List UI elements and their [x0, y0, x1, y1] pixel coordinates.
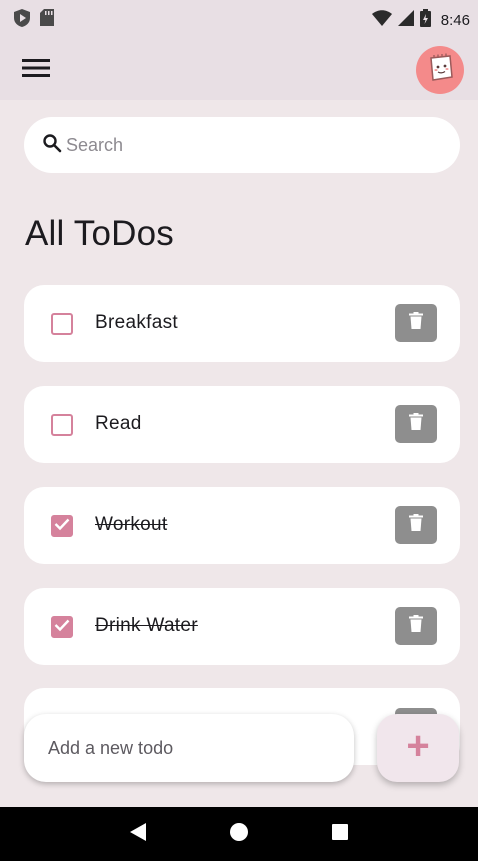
- search-icon: [42, 133, 62, 158]
- todo-item[interactable]: Drink Water: [24, 588, 460, 665]
- search-bar[interactable]: [24, 117, 460, 173]
- check-icon: [54, 618, 70, 637]
- recents-square-icon: [331, 823, 349, 846]
- back-button[interactable]: [123, 819, 153, 849]
- play-protect-icon: [14, 8, 30, 32]
- hamburger-menu-icon: [22, 58, 50, 83]
- back-triangle-icon: [129, 822, 147, 847]
- plus-icon: +: [406, 724, 430, 768]
- menu-button[interactable]: [22, 54, 54, 86]
- home-circle-icon: [229, 822, 249, 847]
- todo-checkbox[interactable]: [51, 313, 73, 335]
- trash-icon: [409, 413, 423, 435]
- todo-label: Drink Water: [95, 615, 198, 636]
- add-todo-button[interactable]: +: [377, 714, 459, 782]
- check-icon: [54, 517, 70, 536]
- trash-icon: [409, 312, 423, 334]
- page-title: All ToDos: [25, 214, 174, 253]
- sd-card-icon: [40, 9, 54, 31]
- app-bar: [0, 40, 478, 100]
- todo-checkbox[interactable]: [51, 515, 73, 537]
- add-todo-field[interactable]: [24, 714, 354, 782]
- status-right: 8:46: [371, 8, 470, 32]
- system-nav-bar: [0, 807, 478, 861]
- delete-button[interactable]: [395, 506, 437, 544]
- add-todo-input[interactable]: [48, 737, 328, 759]
- todo-label: Workout: [95, 514, 168, 535]
- avatar[interactable]: [416, 46, 464, 94]
- search-input[interactable]: [66, 134, 426, 156]
- todo-item[interactable]: Breakfast: [24, 285, 460, 362]
- delete-button[interactable]: [395, 405, 437, 443]
- todo-checkbox[interactable]: [51, 616, 73, 638]
- avatar-note-icon: [425, 53, 455, 88]
- battery-icon: [419, 8, 431, 32]
- todo-item[interactable]: Read: [24, 386, 460, 463]
- home-button[interactable]: [224, 819, 254, 849]
- todo-item[interactable]: Workout: [24, 487, 460, 564]
- status-left: [14, 8, 54, 32]
- delete-button[interactable]: [395, 304, 437, 342]
- todo-label: Breakfast: [95, 312, 178, 333]
- recents-button[interactable]: [325, 819, 355, 849]
- status-bar: 8:46: [0, 0, 478, 40]
- status-time: 8:46: [440, 11, 470, 29]
- todo-list: Breakfast Read Workout Drink Water: [24, 285, 460, 689]
- todo-checkbox[interactable]: [51, 414, 73, 436]
- trash-icon: [409, 514, 423, 536]
- todo-label: Read: [95, 413, 142, 434]
- delete-button[interactable]: [395, 607, 437, 645]
- trash-icon: [409, 615, 423, 637]
- cell-signal-icon: [397, 9, 414, 31]
- wifi-icon: [371, 9, 392, 31]
